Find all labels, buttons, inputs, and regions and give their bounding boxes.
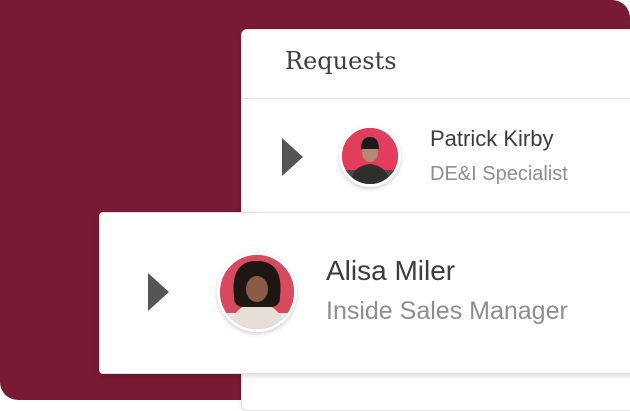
caret-right-icon[interactable] (282, 138, 303, 176)
avatar (217, 252, 297, 332)
requester-role: Inside Sales Manager (326, 297, 568, 325)
requester-name: Patrick Kirby (430, 126, 554, 151)
avatar (339, 125, 401, 187)
requester-role: DE&I Specialist (430, 163, 568, 185)
person-avatar-icon (220, 255, 294, 329)
header-divider (242, 98, 630, 99)
person-avatar-icon (342, 128, 398, 184)
request-row-highlighted[interactable]: Alisa Miler Inside Sales Manager (99, 212, 630, 374)
caret-right-icon[interactable] (148, 273, 169, 311)
requester-name: Alisa Miler (326, 255, 456, 286)
panel-title: Requests (285, 47, 397, 75)
